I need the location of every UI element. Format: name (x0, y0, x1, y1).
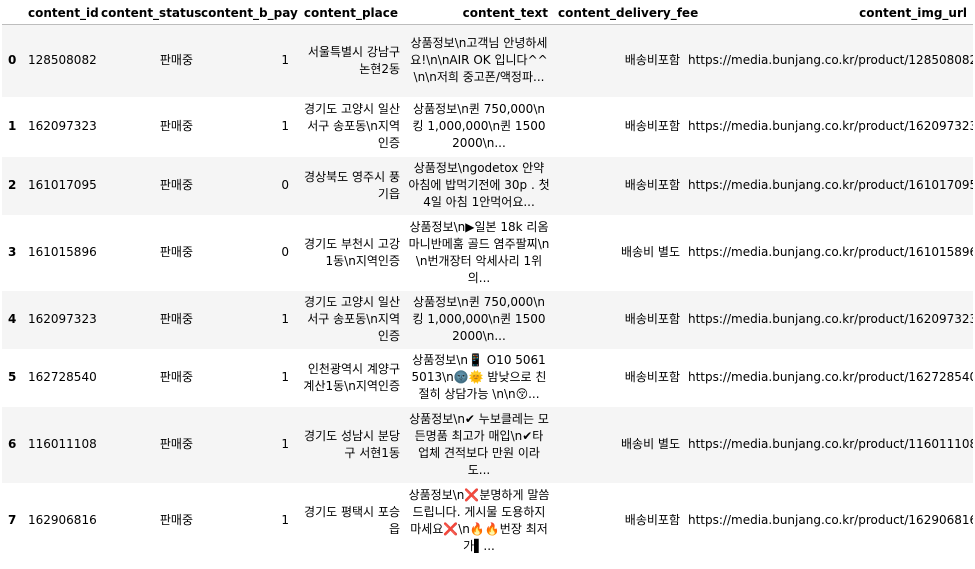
cell-content-id: 162906816 (28, 513, 97, 527)
row-index: 5 (8, 370, 17, 384)
header-index (2, 0, 24, 25)
header-content-img-url: content_img_url (684, 0, 973, 25)
cell-content-b-pay: 1 (281, 513, 289, 527)
cell-content-b-pay: 1 (281, 437, 289, 451)
cell-content-delivery-fee: 배송비포함 (624, 53, 680, 68)
row-index: 6 (8, 437, 17, 451)
cell-content-place: 경상북도 영주시 풍기읍 (304, 169, 400, 201)
cell-content-b-pay: 1 (281, 312, 289, 326)
table-row: 7 162906816 판매중 1 경기도 평택시 포승읍 상품정보\n❌분명하… (2, 482, 973, 559)
table-row: 3 161015896 판매중 0 경기도 부천시 고강1동\n지역인증 상품정… (2, 214, 973, 291)
row-index: 7 (8, 513, 17, 527)
cell-content-status: 판매중 (159, 178, 193, 192)
cell-content-b-pay: 1 (281, 370, 289, 384)
cell-content-img-url: https://media.bunjang.co.kr/product/1610… (688, 245, 973, 259)
cell-content-img-url: https://media.bunjang.co.kr/product/1629… (688, 513, 973, 527)
cell-content-delivery-fee: 배송비포함 (624, 119, 680, 133)
header-row: content_id content_status content_b_pay … (2, 0, 973, 25)
cell-content-id: 128508082 (28, 53, 97, 68)
row-index: 1 (8, 119, 17, 133)
cell-content-place: 경기도 고양시 일산서구 송포동\n지역인증 (304, 102, 400, 150)
row-index: 2 (8, 178, 17, 192)
header-content-b-pay: content_b_pay (197, 0, 298, 25)
cell-content-delivery-fee: 배송비포함 (624, 312, 680, 326)
table-row: 6 116011108 판매중 1 경기도 성남시 분당구 서현1동 상품정보\… (2, 406, 973, 483)
cell-content-text: 상품정보\n퀸 750,000\n킹 1,000,000\n퀸 1500 200… (412, 102, 546, 150)
table-row: 1 162097323 판매중 1 경기도 고양시 일산서구 송포동\n지역인증… (2, 96, 973, 157)
cell-content-status: 판매중 (159, 437, 193, 451)
cell-content-id: 162097323 (28, 119, 97, 133)
cell-content-id: 162728540 (28, 370, 97, 384)
cell-content-id: 162097323 (28, 312, 97, 326)
cell-content-place: 서울특별시 강남구 논현2동 (307, 44, 400, 76)
cell-content-delivery-fee: 배송비포함 (624, 513, 680, 527)
table-row: 2 161017095 판매중 0 경상북도 영주시 풍기읍 상품정보\ngod… (2, 156, 973, 215)
cell-content-place: 경기도 고양시 일산서구 송포동\n지역인증 (304, 295, 400, 343)
cell-content-place: 경기도 성남시 분당구 서현1동 (304, 428, 400, 460)
cell-content-status: 판매중 (159, 119, 193, 133)
cell-content-status: 판매중 (159, 370, 193, 384)
cell-content-img-url: https://media.bunjang.co.kr/product/1285… (688, 53, 973, 68)
cell-content-id: 161015896 (28, 245, 97, 259)
table-row: 0 128508082 판매중 1 서울특별시 강남구 논현2동 상품정보\n고… (2, 24, 973, 97)
cell-content-b-pay: 0 (281, 245, 289, 259)
row-index: 0 (8, 53, 17, 68)
cell-content-text: 상품정보\n✔ 누보클레는 모든명품 최고가 매입\n✔타 업체 견적보다 만원… (409, 411, 549, 477)
cell-content-status: 판매중 (159, 53, 193, 68)
cell-content-place: 경기도 부천시 고강1동\n지역인증 (304, 236, 400, 268)
cell-content-delivery-fee: 배송비 별도 (620, 437, 680, 451)
cell-content-id: 161017095 (28, 178, 97, 192)
cell-content-status: 판매중 (159, 245, 193, 259)
cell-content-delivery-fee: 배송비 별도 (620, 245, 680, 259)
table-row: 4 162097323 판매중 1 경기도 고양시 일산서구 송포동\n지역인증… (2, 290, 973, 349)
cell-content-img-url: https://media.bunjang.co.kr/product/1620… (688, 119, 973, 133)
cell-content-b-pay: 0 (281, 178, 289, 192)
cell-content-text: 상품정보\n❌분명하게 말씀드립니다. 게시물 도용하지 마세요❌\n🔥🔥번장 … (408, 487, 550, 553)
cell-content-status: 판매중 (159, 513, 193, 527)
cell-content-text: 상품정보\n▶일본 18k 리옴마니반메훔 골드 염주팔찌\n\n번개장터 악세… (408, 219, 550, 285)
cell-content-text: 상품정보\n퀸 750,000\n킹 1,000,000\n퀸 1500 200… (412, 295, 546, 343)
header-content-status: content_status (97, 0, 201, 25)
header-content-place: content_place (293, 0, 404, 25)
cell-content-status: 판매중 (159, 312, 193, 326)
cell-content-b-pay: 1 (281, 119, 289, 133)
cell-content-id: 116011108 (28, 437, 97, 451)
cell-content-place: 경기도 평택시 포승읍 (304, 504, 400, 536)
row-index: 4 (8, 312, 17, 326)
cell-content-delivery-fee: 배송비포함 (624, 178, 680, 192)
header-content-text: content_text (404, 0, 554, 25)
dataframe-table: content_id content_status content_b_pay … (2, 0, 973, 559)
cell-content-place: 인천광역시 계양구 계산1동\n지역인증 (303, 361, 400, 393)
cell-content-b-pay: 1 (281, 53, 289, 68)
header-content-delivery-fee: content_delivery_fee (554, 0, 698, 25)
cell-content-text: 상품정보\ngodetox 안약 아침에 밥먹기전에 30p . 첫4일 아침 … (408, 161, 550, 209)
table-row: 5 162728540 판매중 1 인천광역시 계양구 계산1동\n지역인증 상… (2, 348, 973, 407)
cell-content-text: 상품정보\n고객님 안녕하세요!\n\nAIR OK 입니다^^\n\n저희 중… (410, 36, 548, 85)
header-content-id: content_id (24, 0, 99, 25)
cell-content-img-url: https://media.bunjang.co.kr/product/1620… (688, 312, 973, 326)
cell-content-delivery-fee: 배송비포함 (624, 370, 680, 384)
cell-content-img-url: https://media.bunjang.co.kr/product/1627… (688, 370, 973, 384)
cell-content-img-url: https://media.bunjang.co.kr/product/1160… (688, 437, 973, 451)
row-index: 3 (8, 245, 17, 259)
cell-content-text: 상품정보\n📱 O10 5061 5013\n🌚🌞 밤낮으로 친절히 상담가능 … (411, 353, 547, 401)
cell-content-img-url: https://media.bunjang.co.kr/product/1610… (688, 178, 973, 192)
